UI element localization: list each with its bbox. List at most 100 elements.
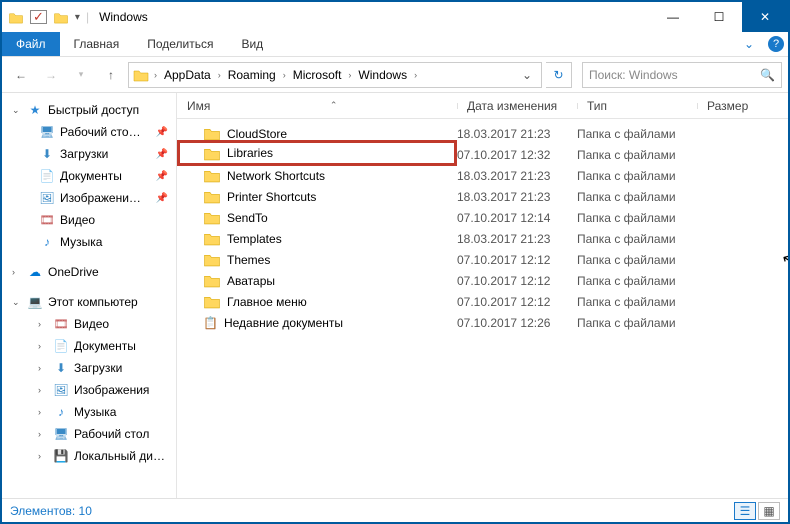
breadcrumb[interactable]: Windows	[354, 68, 411, 82]
column-date[interactable]: Дата изменения	[457, 99, 577, 113]
ribbon-collapse-icon[interactable]: ⌄	[734, 32, 764, 56]
sidebar-item-label: Документы	[60, 169, 122, 183]
file-row[interactable]: Printer Shortcuts 18.03.2017 21:23 Папка…	[177, 186, 788, 207]
sidebar-item[interactable]: › 🎞 Видео	[2, 313, 176, 335]
address-dropdown-icon[interactable]: ⌄	[517, 68, 537, 82]
pc-icon: 💻	[26, 295, 44, 309]
images-icon: 🖼	[52, 383, 70, 397]
folder-icon	[8, 11, 24, 24]
breadcrumb[interactable]: Microsoft	[289, 68, 346, 82]
chevron-right-icon[interactable]: ›	[280, 70, 289, 80]
expand-icon[interactable]: ›	[38, 341, 48, 351]
breadcrumb[interactable]: Roaming	[224, 68, 280, 82]
file-name: Themes	[227, 253, 270, 267]
column-name[interactable]: Имя ⌃	[177, 99, 457, 113]
folder-icon	[203, 146, 221, 161]
sidebar-item[interactable]: › 🖥 Рабочий стол	[2, 423, 176, 445]
sidebar-onedrive[interactable]: › ☁ OneDrive	[2, 261, 176, 283]
breadcrumb[interactable]: AppData	[160, 68, 215, 82]
search-input[interactable]: Поиск: Windows 🔍	[582, 62, 782, 88]
file-type: Папка с файлами	[577, 169, 697, 183]
folder-icon	[203, 189, 221, 204]
file-row[interactable]: SendTo 07.10.2017 12:14 Папка с файлами	[177, 207, 788, 228]
sidebar-item[interactable]: › ⬇ Загрузки	[2, 357, 176, 379]
folder-icon	[203, 210, 221, 225]
sidebar-this-pc[interactable]: ⌄ 💻 Этот компьютер	[2, 291, 176, 313]
file-row[interactable]: Аватары 07.10.2017 12:12 Папка с файлами	[177, 270, 788, 291]
explorer-window: ↖ ✓ ▾ | Windows — ☐ ✕ Файл Главная Подел…	[0, 0, 790, 524]
status-text: Элементов: 10	[10, 504, 92, 518]
file-row[interactable]: Network Shortcuts 18.03.2017 21:23 Папка…	[177, 165, 788, 186]
sidebar-item[interactable]: › ♪ Музыка	[2, 401, 176, 423]
minimize-button[interactable]: —	[650, 2, 696, 32]
sidebar-item[interactable]: › 💾 Локальный ди…	[2, 445, 176, 467]
qat-dropdown-icon[interactable]: ▾	[75, 12, 80, 23]
expand-icon[interactable]: ›	[12, 267, 22, 277]
file-date: 07.10.2017 12:26	[457, 316, 577, 330]
tab-view[interactable]: Вид	[227, 32, 277, 56]
chevron-right-icon[interactable]: ›	[345, 70, 354, 80]
pin-icon: 📌	[156, 127, 168, 138]
sidebar-item[interactable]: › 🖼 Изображения	[2, 379, 176, 401]
file-date: 07.10.2017 12:14	[457, 211, 577, 225]
file-row[interactable]: 📋 Недавние документы 07.10.2017 12:26 Па…	[177, 312, 788, 333]
file-row[interactable]: Libraries 07.10.2017 12:32 Папка с файла…	[177, 144, 788, 165]
view-icons-button[interactable]: ▦	[758, 502, 780, 520]
maximize-button[interactable]: ☐	[696, 2, 742, 32]
expand-icon[interactable]: ›	[38, 363, 48, 373]
qat-check-icon[interactable]: ✓	[30, 10, 47, 24]
chevron-right-icon[interactable]: ›	[215, 70, 224, 80]
sidebar-item[interactable]: ⬇ Загрузки 📌	[2, 143, 176, 165]
expand-icon[interactable]: ›	[38, 429, 48, 439]
sidebar-item[interactable]: 📄 Документы 📌	[2, 165, 176, 187]
desktop-icon: 🖥	[38, 125, 56, 139]
file-date: 18.03.2017 21:23	[457, 232, 577, 246]
view-details-button[interactable]: ☰	[734, 502, 756, 520]
file-name: CloudStore	[227, 127, 287, 141]
up-button[interactable]: ↑	[98, 62, 124, 88]
sidebar-item[interactable]: ♪ Музыка	[2, 231, 176, 253]
collapse-icon[interactable]: ⌄	[12, 105, 22, 116]
address-bar[interactable]: › AppData › Roaming › Microsoft › Window…	[128, 62, 542, 88]
column-size[interactable]: Размер	[697, 99, 777, 113]
sidebar-item-label: Видео	[60, 213, 95, 227]
file-date: 18.03.2017 21:23	[457, 127, 577, 141]
back-button[interactable]: ←	[8, 62, 34, 88]
tab-file[interactable]: Файл	[2, 32, 60, 56]
sidebar-item[interactable]: 🖥 Рабочий сто… 📌	[2, 121, 176, 143]
sidebar-item-label: Музыка	[60, 235, 102, 249]
collapse-icon[interactable]: ⌄	[12, 297, 22, 308]
help-button[interactable]: ?	[764, 32, 788, 56]
statusbar: Элементов: 10 ☰ ▦	[2, 498, 788, 522]
expand-icon[interactable]: ›	[38, 319, 48, 329]
forward-button[interactable]: →	[38, 62, 64, 88]
file-type: Папка с файлами	[577, 295, 697, 309]
sidebar: ⌄ ★ Быстрый доступ 🖥 Рабочий сто… 📌 ⬇ За…	[2, 93, 177, 498]
tab-home[interactable]: Главная	[60, 32, 134, 56]
file-name: Network Shortcuts	[227, 169, 325, 183]
chevron-right-icon[interactable]: ›	[151, 70, 160, 80]
file-row[interactable]: Главное меню 07.10.2017 12:12 Папка с фа…	[177, 291, 788, 312]
refresh-button[interactable]: ↻	[546, 62, 572, 88]
file-type: Папка с файлами	[577, 148, 697, 162]
file-date: 18.03.2017 21:23	[457, 169, 577, 183]
search-icon[interactable]: 🔍	[760, 68, 775, 82]
tab-share[interactable]: Поделиться	[133, 32, 227, 56]
history-dropdown[interactable]: ▾	[68, 62, 94, 88]
ribbon: Файл Главная Поделиться Вид ⌄ ?	[2, 32, 788, 57]
expand-icon[interactable]: ›	[38, 451, 48, 461]
sidebar-quick-access[interactable]: ⌄ ★ Быстрый доступ	[2, 99, 176, 121]
sidebar-item[interactable]: 🎞 Видео	[2, 209, 176, 231]
file-row[interactable]: Themes 07.10.2017 12:12 Папка с файлами	[177, 249, 788, 270]
file-name: SendTo	[227, 211, 268, 225]
close-button[interactable]: ✕	[742, 2, 788, 32]
file-row[interactable]: Templates 18.03.2017 21:23 Папка с файла…	[177, 228, 788, 249]
sidebar-item[interactable]: › 📄 Документы	[2, 335, 176, 357]
expand-icon[interactable]: ›	[38, 407, 48, 417]
expand-icon[interactable]: ›	[38, 385, 48, 395]
star-icon: ★	[26, 103, 44, 117]
chevron-right-icon[interactable]: ›	[411, 70, 420, 80]
file-name: Libraries	[227, 146, 273, 160]
column-type[interactable]: Тип	[577, 99, 697, 113]
sidebar-item[interactable]: 🖼 Изображени… 📌	[2, 187, 176, 209]
